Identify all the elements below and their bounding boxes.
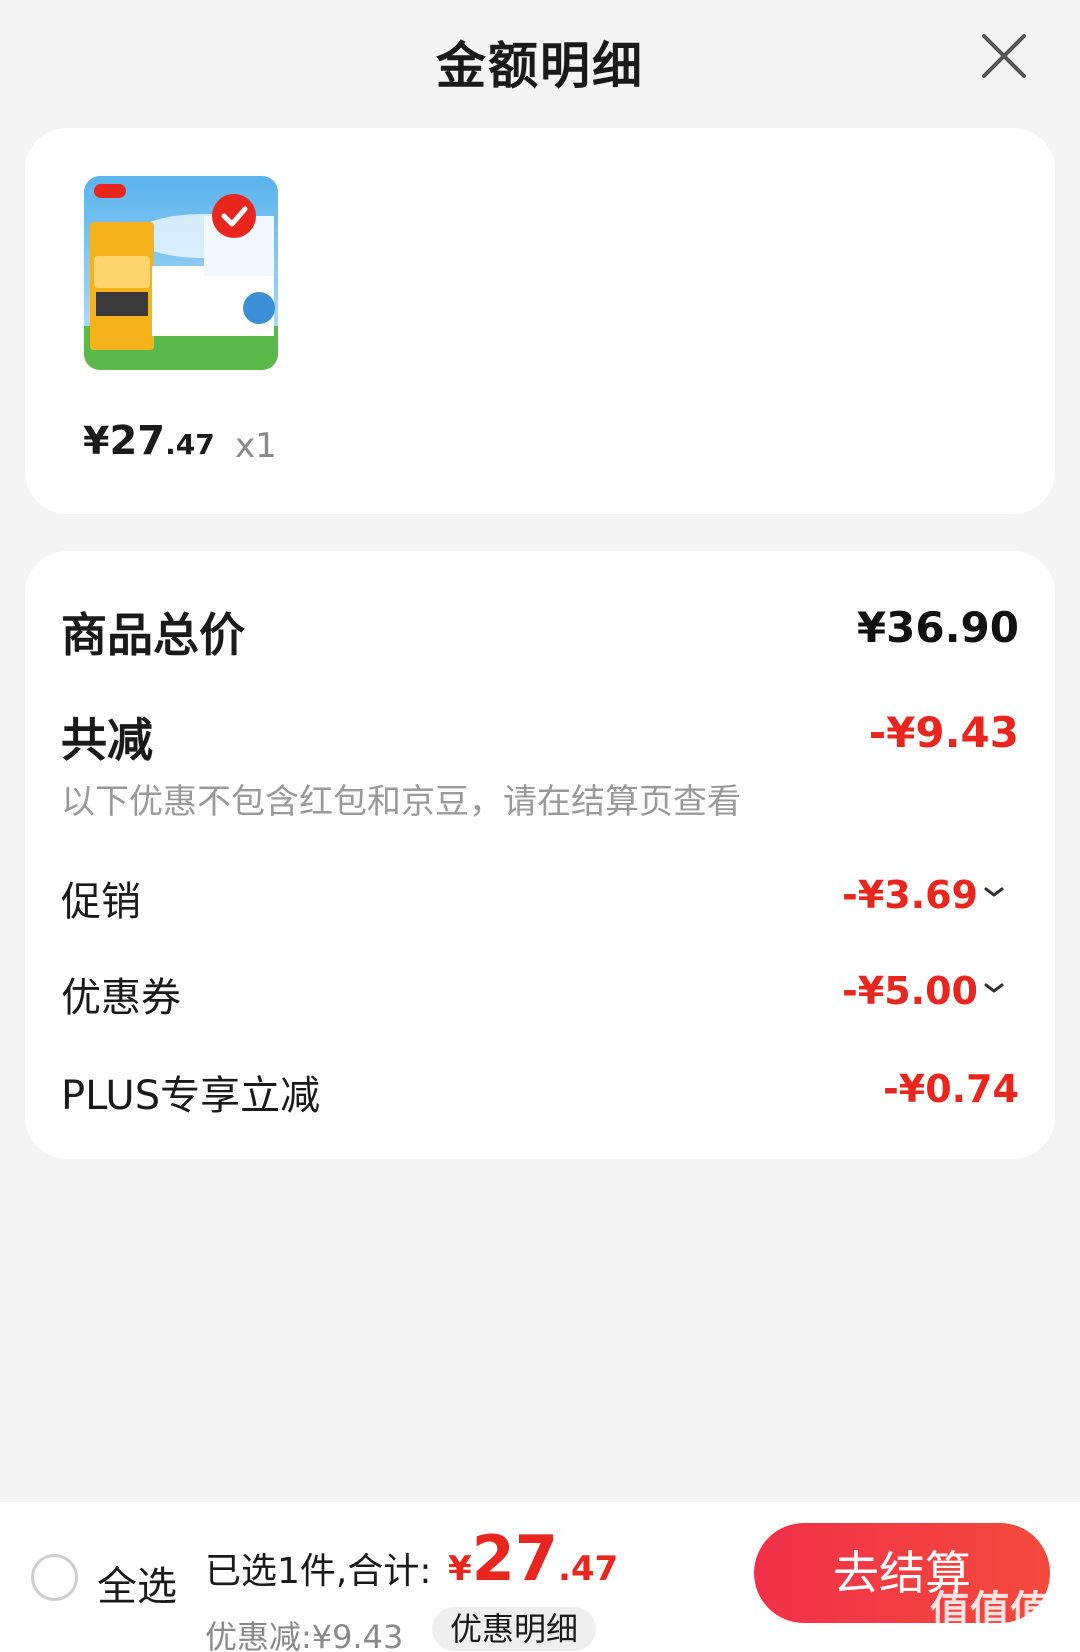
promotion-label: 促销 [61,879,141,925]
watermark-site: zhizhizhi.com [930,1628,1052,1649]
chevron-down-icon[interactable] [983,881,1005,903]
total-reduce-label: 共减 [61,713,153,767]
total-integer: 27 [471,1522,558,1595]
coupon-value[interactable]: -¥5.00 [842,969,978,1013]
price-decimal: .47 [165,428,215,461]
coupon-label: 优惠券 [61,975,181,1021]
total-reduce-value: -¥9.43 [868,708,1019,757]
price-currency: ¥ [83,419,110,463]
selected-summary: 已选1件,合计: [205,1551,432,1592]
discount-detail-button[interactable]: 优惠明细 [432,1607,597,1651]
selected-total-price: ¥27.47 [448,1522,618,1595]
close-icon[interactable] [978,30,1030,82]
total-decimal: .47 [557,1549,619,1589]
price-integer: 27 [109,418,166,464]
sheet-header: 金额明细 [0,0,1080,115]
chevron-down-icon[interactable] [983,977,1005,999]
discount-note: 以下优惠不包含红包和京豆，请在结算页查看 [61,782,741,822]
milk-product-image[interactable] [84,176,278,370]
plus-discount-value: -¥0.74 [883,1067,1019,1111]
price-detail-card: 商品总价 ¥36.90 共减 -¥9.43 以下优惠不包含红包和京豆，请在结算页… [25,551,1055,1159]
product-card: ¥27.47 x1 [25,128,1055,514]
discount-summary: 优惠减:¥9.43 [205,1618,404,1652]
goods-total-label: 商品总价 [61,608,245,662]
goods-total-value: ¥36.90 [856,603,1019,652]
page-title: 金额明细 [436,37,644,95]
promotion-value[interactable]: -¥3.69 [842,873,978,917]
select-all-label[interactable]: 全选 [97,1554,177,1612]
product-quantity: x1 [235,426,277,466]
plus-discount-label: PLUS专享立减 [61,1073,321,1119]
checkout-bar: 全选 已选1件,合计: ¥27.47 优惠减:¥9.43 优惠明细 去结算 [0,1502,1080,1652]
total-currency: ¥ [448,1549,472,1589]
select-all-radio[interactable] [31,1554,78,1601]
product-price: ¥27.47 [83,418,215,464]
